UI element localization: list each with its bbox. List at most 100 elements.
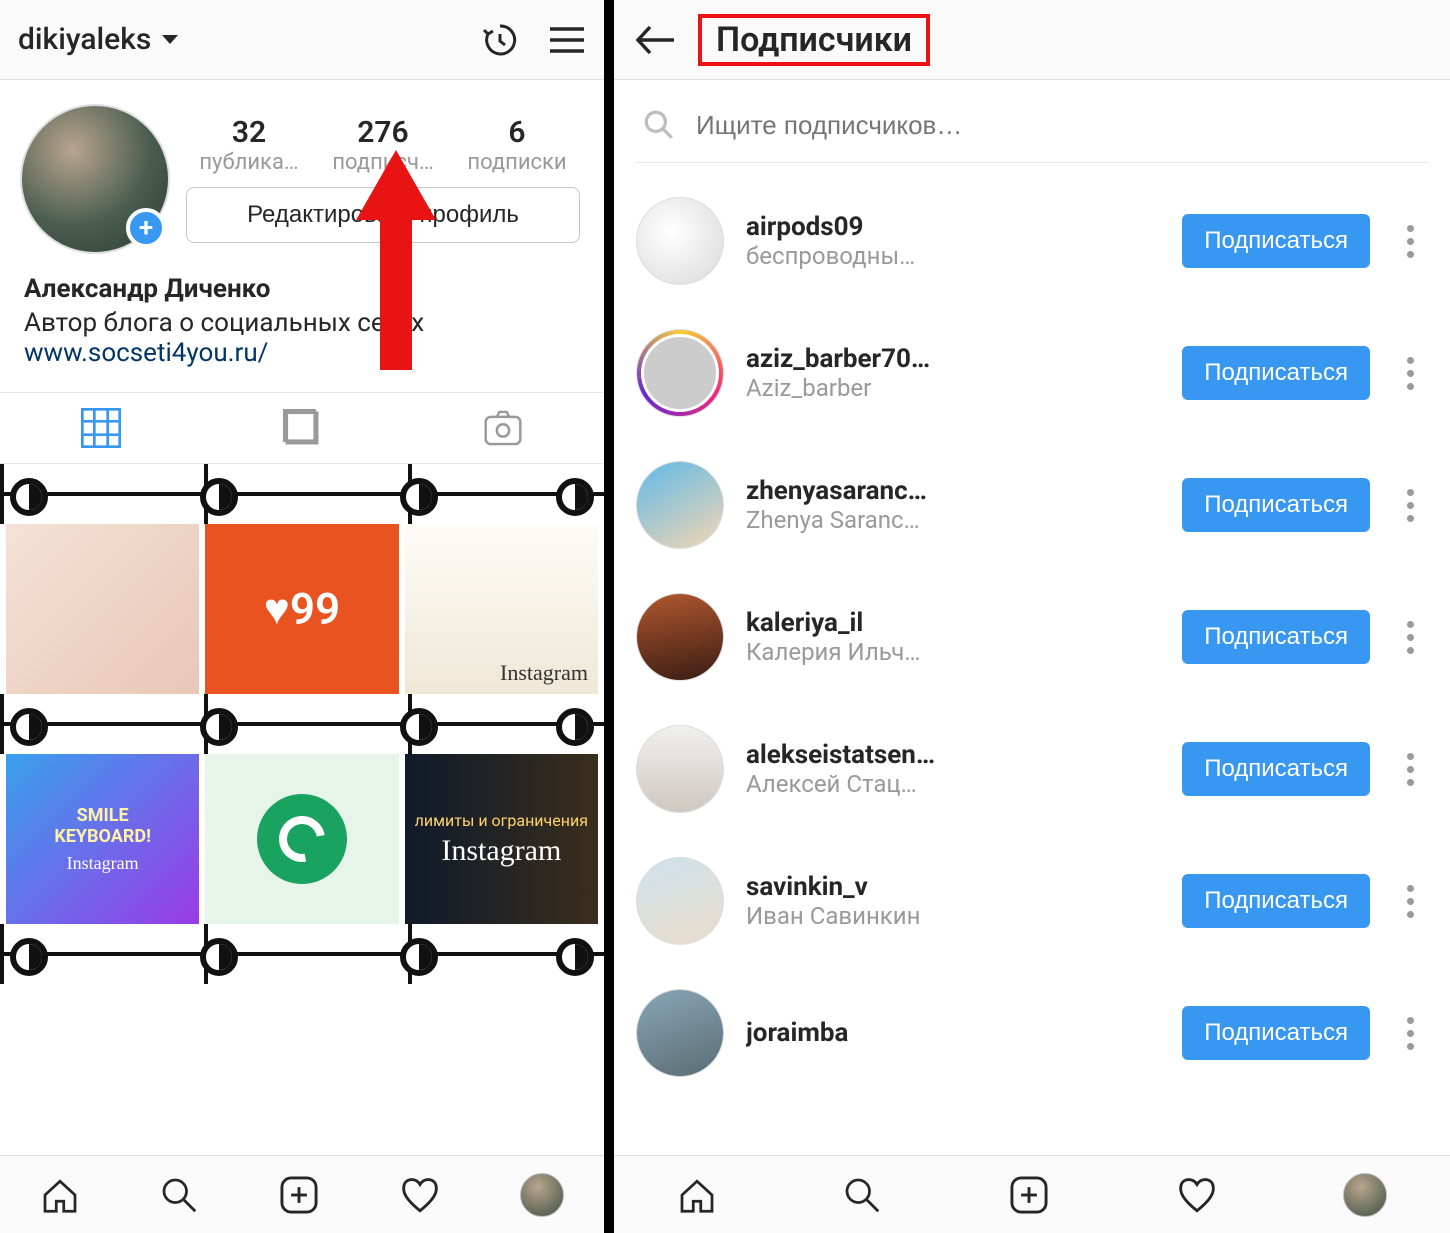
nav-add-icon[interactable] [278, 1174, 320, 1216]
bio-link[interactable]: www.socseti4you.ru/ [24, 338, 268, 368]
chevron-down-icon [161, 34, 179, 46]
nav-activity-icon[interactable] [399, 1174, 441, 1216]
follower-row[interactable]: kaleriya_ilКалерия Ильч… Подписаться [636, 571, 1428, 703]
avatar-wrap[interactable]: + [20, 104, 170, 254]
follow-button[interactable]: Подписаться [1182, 214, 1370, 268]
follower-displayname: Aziz_barber [746, 374, 1160, 402]
nav-activity-icon[interactable] [1176, 1174, 1218, 1216]
follower-row[interactable]: joraimba Подписаться [636, 967, 1428, 1099]
post-thumb[interactable]: Instagram [405, 524, 598, 694]
follower-text: airpods09беспроводны… [746, 212, 1160, 270]
follower-username: kaleriya_il [746, 608, 1160, 638]
follower-row[interactable]: aziz_barber70…Aziz_barber Подписаться [636, 307, 1428, 439]
thumb-caption: Instagram [500, 660, 588, 686]
topbar: dikiyaleks [0, 0, 604, 80]
thumb-text-1: SMILE [54, 805, 151, 826]
follower-avatar[interactable] [636, 989, 724, 1077]
follower-avatar[interactable] [636, 197, 724, 285]
follow-button[interactable]: Подписаться [1182, 610, 1370, 664]
more-options-icon[interactable] [1392, 357, 1428, 390]
follow-button[interactable]: Подписаться [1182, 1006, 1370, 1060]
more-options-icon[interactable] [1392, 1017, 1428, 1050]
topbar: Подписчики [614, 0, 1450, 80]
follow-button[interactable]: Подписаться [1182, 346, 1370, 400]
follower-avatar[interactable] [636, 329, 724, 417]
post-thumb[interactable]: лимиты и ограничения Instagram [405, 754, 598, 924]
follower-avatar[interactable] [636, 857, 724, 945]
username-label: dikiyaleks [18, 22, 151, 57]
follower-displayname: Иван Савинкин [746, 902, 1160, 930]
grid-separator [0, 694, 604, 754]
follower-avatar[interactable] [636, 593, 724, 681]
stat-following-count: 6 [450, 115, 584, 150]
search-bar [636, 98, 1428, 163]
more-options-icon[interactable] [1392, 225, 1428, 258]
follower-row[interactable]: airpods09беспроводны… Подписаться [636, 175, 1428, 307]
nav-profile-avatar[interactable] [520, 1173, 564, 1217]
bio-name: Александр Диченко [24, 274, 580, 304]
nav-search-icon[interactable] [159, 1175, 199, 1215]
follow-button[interactable]: Подписаться [1182, 478, 1370, 532]
stat-posts[interactable]: 32 публика… [182, 115, 316, 175]
stat-following[interactable]: 6 подписки [450, 115, 584, 175]
posts-grid: ♥99 Instagram SMILE KEYBOARD! Instagram [0, 464, 604, 1155]
tab-tagged[interactable] [403, 393, 604, 463]
follower-username: savinkin_v [746, 872, 1160, 902]
follower-avatar[interactable] [636, 725, 724, 813]
follower-username: zhenyasaranc… [746, 476, 1160, 506]
topbar-actions [480, 20, 586, 60]
follower-username: airpods09 [746, 212, 1160, 242]
follower-username: aziz_barber70… [746, 344, 1160, 374]
follower-row[interactable]: alekseistatsen…Алексей Стац… Подписаться [636, 703, 1428, 835]
follower-avatar[interactable] [636, 461, 724, 549]
follower-username: alekseistatsen… [746, 740, 1160, 770]
follower-row[interactable]: zhenyasaranc…Zhenya Saranc… Подписаться [636, 439, 1428, 571]
grid-separator [0, 924, 604, 984]
nav-home-icon[interactable] [40, 1175, 80, 1215]
thumb-text-2: KEYBOARD! [54, 826, 151, 847]
followers-list: airpods09беспроводны…Подписатьсяaziz_bar… [614, 167, 1450, 1155]
tab-grid[interactable] [0, 393, 201, 463]
menu-icon[interactable] [548, 25, 586, 55]
post-thumb[interactable]: ♥99 [205, 524, 398, 694]
more-options-icon[interactable] [1392, 753, 1428, 786]
archive-icon[interactable] [480, 20, 520, 60]
post-thumb[interactable] [6, 524, 199, 694]
follow-button[interactable]: Подписаться [1182, 874, 1370, 928]
followers-screen: Подписчики airpods09беспроводны… Подписат… [614, 0, 1450, 1233]
search-input[interactable] [696, 110, 1422, 141]
username-dropdown[interactable]: dikiyaleks [18, 22, 179, 57]
follower-username: joraimba [746, 1018, 1160, 1048]
nav-search-icon[interactable] [842, 1175, 882, 1215]
follower-text: joraimba [746, 1018, 1160, 1048]
pane-divider [604, 0, 614, 1233]
more-options-icon[interactable] [1392, 885, 1428, 918]
profile-screen: dikiyaleks + 32 публика… [0, 0, 604, 1233]
follower-row[interactable]: savinkin_vИван Савинкин Подписаться [636, 835, 1428, 967]
stat-posts-count: 32 [182, 115, 316, 150]
add-story-icon[interactable]: + [126, 208, 166, 248]
post-thumb[interactable] [205, 754, 398, 924]
bottom-nav [0, 1155, 604, 1233]
grid-separator [0, 464, 604, 524]
nav-home-icon[interactable] [677, 1175, 717, 1215]
follow-button[interactable]: Подписаться [1182, 742, 1370, 796]
more-options-icon[interactable] [1392, 621, 1428, 654]
search-icon [642, 108, 676, 142]
thumb-text-3: Instagram [54, 853, 151, 874]
follower-text: alekseistatsen…Алексей Стац… [746, 740, 1160, 798]
post-thumb[interactable]: SMILE KEYBOARD! Instagram [6, 754, 199, 924]
followers-title: Подписчики [698, 14, 930, 66]
nav-profile-avatar[interactable] [1343, 1173, 1387, 1217]
follower-displayname: Калерия Ильч… [746, 638, 1160, 666]
bottom-nav [614, 1155, 1450, 1233]
follower-text: zhenyasaranc…Zhenya Saranc… [746, 476, 1160, 534]
follower-displayname: Алексей Стац… [746, 770, 1160, 798]
nav-add-icon[interactable] [1008, 1174, 1050, 1216]
thumb-text-1: лимиты и ограничения [415, 811, 588, 830]
profile-header: + 32 публика… 276 подписч… 6 подписки Ре… [0, 80, 604, 264]
tab-feed[interactable] [201, 393, 402, 463]
back-icon[interactable] [634, 23, 676, 57]
annotation-arrow-icon [356, 150, 436, 370]
more-options-icon[interactable] [1392, 489, 1428, 522]
